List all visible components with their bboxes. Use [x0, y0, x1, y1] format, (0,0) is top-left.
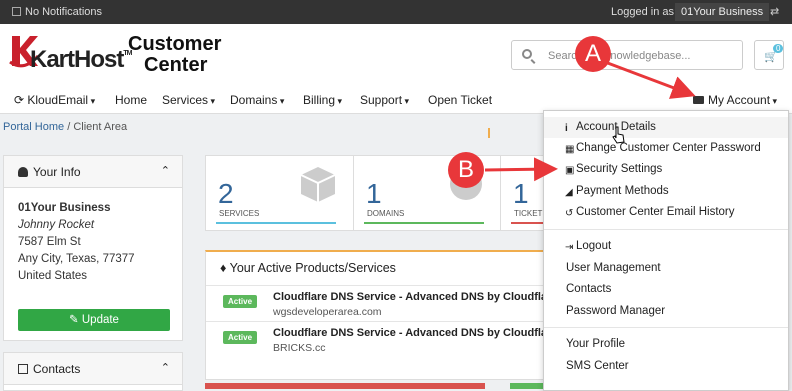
- arrow-a: [604, 60, 696, 99]
- annotation-b: B: [448, 152, 484, 188]
- annotation-a: A: [575, 36, 611, 72]
- annotation-arrows: [484, 60, 696, 182]
- arrow-b: [484, 157, 558, 182]
